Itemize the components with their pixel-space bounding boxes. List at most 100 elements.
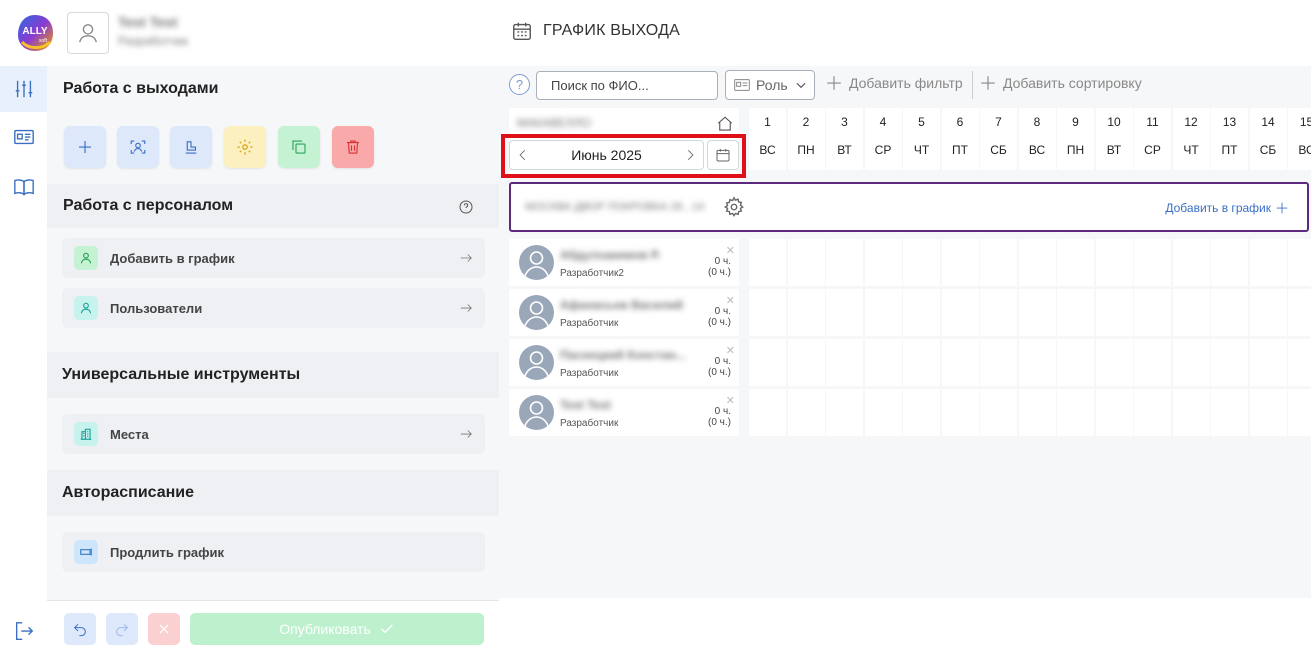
add-sort-button[interactable]: Добавить сортировку	[979, 74, 1142, 92]
employee-row[interactable]: Афанасьев Василий Разработчик ✕ 0 ч. (0 ч.)	[509, 289, 739, 336]
schedule-cell[interactable]	[749, 389, 786, 436]
day-header-9[interactable]: 9 ПН	[1057, 108, 1094, 170]
schedule-cell[interactable]	[980, 339, 1017, 386]
add-to-schedule-link[interactable]: Добавить в график	[1165, 201, 1289, 215]
settings-button[interactable]	[224, 126, 266, 168]
employee-row[interactable]: Паснецкий Констан... Разработчик ✕ 0 ч. (0 ч…	[509, 339, 739, 386]
home-icon[interactable]	[716, 115, 734, 133]
publish-button[interactable]: Опубликовать	[190, 613, 484, 645]
schedule-cell[interactable]	[1249, 389, 1287, 436]
role-dropdown[interactable]: Роль	[725, 70, 815, 100]
schedule-cell[interactable]	[826, 339, 863, 386]
schedule-cell[interactable]	[1018, 389, 1056, 436]
gear-icon[interactable]	[723, 196, 745, 218]
schedule-cell[interactable]	[1095, 289, 1133, 336]
schedule-cell[interactable]	[749, 289, 786, 336]
day-header-14[interactable]: 14 СБ	[1249, 108, 1287, 170]
schedule-cell[interactable]	[1211, 389, 1248, 436]
redo-button[interactable]	[106, 613, 138, 645]
rail-id-card[interactable]	[0, 114, 47, 160]
day-header-6[interactable]: 6 ПТ	[941, 108, 979, 170]
schedule-cell[interactable]	[1288, 289, 1311, 336]
day-header-15[interactable]: 15 ВС	[1288, 108, 1311, 170]
user-avatar[interactable]	[67, 12, 109, 54]
schedule-cell[interactable]	[1249, 239, 1287, 286]
schedule-cell[interactable]	[826, 289, 863, 336]
copy-button[interactable]	[278, 126, 320, 168]
schedule-cell[interactable]	[1288, 339, 1311, 386]
select-users-button[interactable]	[117, 126, 159, 168]
schedule-cell[interactable]	[749, 239, 786, 286]
schedule-cell[interactable]	[1249, 289, 1287, 336]
users-item[interactable]: Пользователи	[62, 288, 485, 328]
schedule-cell[interactable]	[787, 239, 825, 286]
schedule-cell[interactable]	[1057, 339, 1094, 386]
schedule-cell[interactable]	[980, 239, 1017, 286]
add-shift-button[interactable]	[64, 126, 106, 168]
schedule-cell[interactable]	[1288, 239, 1311, 286]
day-header-13[interactable]: 13 ПТ	[1211, 108, 1248, 170]
schedule-cell[interactable]	[980, 389, 1017, 436]
add-to-schedule-item[interactable]: Добавить в график	[62, 238, 485, 278]
help-icon[interactable]	[458, 199, 474, 215]
schedule-cell[interactable]	[1134, 389, 1171, 436]
schedule-cell[interactable]	[1057, 389, 1094, 436]
schedule-cell[interactable]	[787, 289, 825, 336]
day-header-11[interactable]: 11 СР	[1134, 108, 1171, 170]
eraser-button[interactable]	[170, 126, 212, 168]
day-header-7[interactable]: 7 СБ	[980, 108, 1017, 170]
schedule-cell[interactable]	[941, 289, 979, 336]
day-header-12[interactable]: 12 ЧТ	[1172, 108, 1210, 170]
schedule-cell[interactable]	[941, 389, 979, 436]
schedule-cell[interactable]	[1134, 239, 1171, 286]
search-input[interactable]	[536, 71, 718, 100]
day-header-1[interactable]: 1 ВС	[749, 108, 786, 170]
schedule-cell[interactable]	[1172, 289, 1210, 336]
rail-book[interactable]	[0, 164, 47, 210]
schedule-cell[interactable]	[903, 289, 940, 336]
schedule-cell[interactable]	[864, 389, 902, 436]
schedule-cell[interactable]	[1095, 239, 1133, 286]
schedule-cell[interactable]	[903, 339, 940, 386]
day-header-2[interactable]: 2 ПН	[787, 108, 825, 170]
schedule-cell[interactable]	[1211, 289, 1248, 336]
schedule-cell[interactable]	[1249, 339, 1287, 386]
undo-button[interactable]	[64, 613, 96, 645]
extend-schedule-item[interactable]: Продлить график	[62, 532, 485, 572]
rail-schedule-settings[interactable]	[0, 66, 47, 112]
schedule-cell[interactable]	[1095, 389, 1133, 436]
delete-button[interactable]	[332, 126, 374, 168]
day-header-5[interactable]: 5 ЧТ	[903, 108, 940, 170]
schedule-cell[interactable]	[903, 239, 940, 286]
schedule-cell[interactable]	[1018, 239, 1056, 286]
schedule-cell[interactable]	[787, 389, 825, 436]
schedule-cell[interactable]	[864, 289, 902, 336]
cancel-button[interactable]	[148, 613, 180, 645]
schedule-cell[interactable]	[1134, 289, 1171, 336]
schedule-cell[interactable]	[1172, 389, 1210, 436]
employee-row[interactable]: Абдулхакимов Р. Разработчик2 ✕ 0 ч. (0 ч.)	[509, 239, 739, 286]
schedule-cell[interactable]	[864, 339, 902, 386]
day-header-3[interactable]: 3 ВТ	[826, 108, 863, 170]
schedule-cell[interactable]	[941, 239, 979, 286]
add-filter-button[interactable]: Добавить фильтр	[825, 74, 963, 92]
schedule-cell[interactable]	[1018, 339, 1056, 386]
schedule-cell[interactable]	[1288, 389, 1311, 436]
schedule-cell[interactable]	[1018, 289, 1056, 336]
day-header-8[interactable]: 8 ВС	[1018, 108, 1056, 170]
day-header-4[interactable]: 4 СР	[864, 108, 902, 170]
chevron-right-icon[interactable]	[683, 148, 697, 162]
schedule-cell[interactable]	[1134, 339, 1171, 386]
employee-row[interactable]: Test Test Разработчик ✕ 0 ч. (0 ч.)	[509, 389, 739, 436]
chevron-left-icon[interactable]	[516, 148, 530, 162]
schedule-cell[interactable]	[826, 389, 863, 436]
schedule-cell[interactable]	[980, 289, 1017, 336]
schedule-cell[interactable]	[1172, 339, 1210, 386]
schedule-cell[interactable]	[1211, 339, 1248, 386]
schedule-cell[interactable]	[903, 389, 940, 436]
date-picker-button[interactable]	[707, 140, 739, 170]
schedule-cell[interactable]	[1057, 289, 1094, 336]
help-button[interactable]: ?	[509, 74, 530, 95]
rail-logout[interactable]	[0, 608, 47, 654]
schedule-cell[interactable]	[1057, 239, 1094, 286]
